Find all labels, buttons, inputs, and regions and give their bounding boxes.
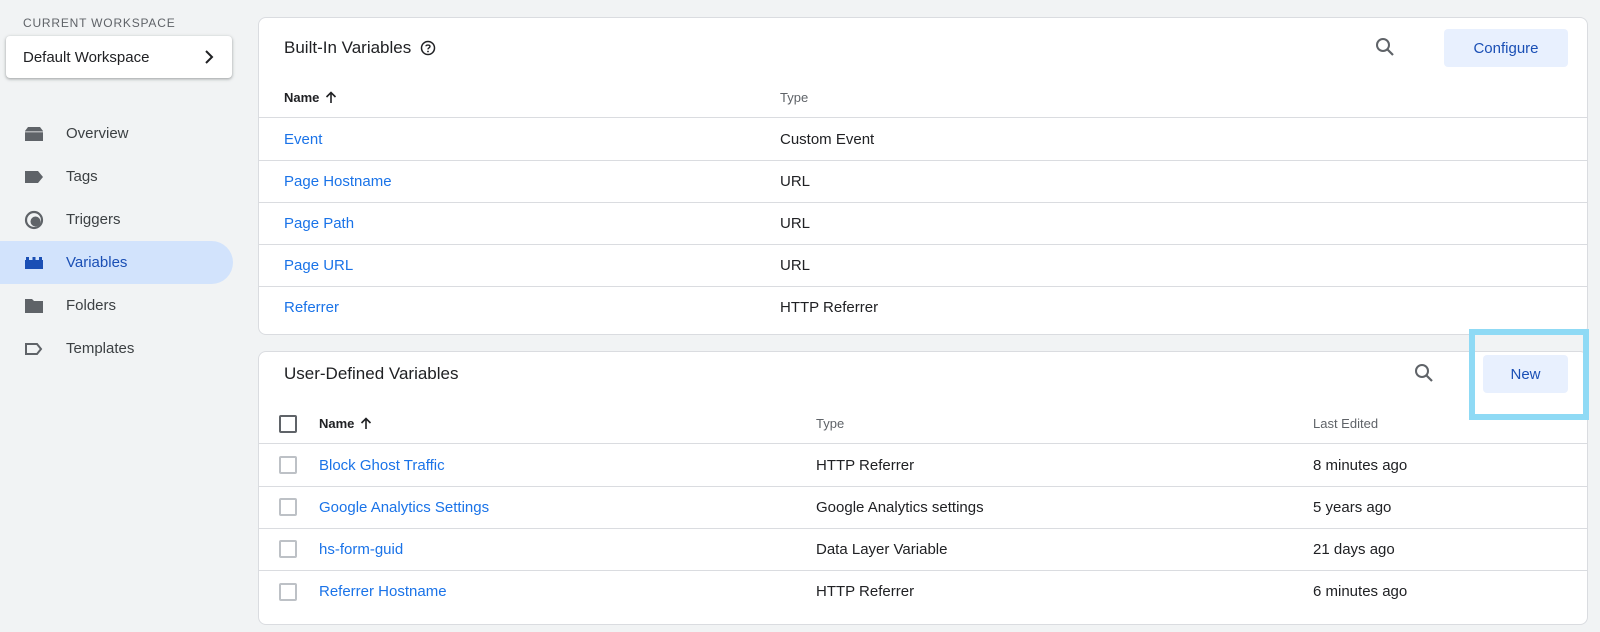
sidebar-item-overview[interactable]: Overview (0, 112, 233, 155)
variable-name-link[interactable]: Page Hostname (284, 173, 392, 190)
workspace-label: CURRENT WORKSPACE (23, 16, 176, 30)
variable-type: HTTP Referrer (816, 583, 915, 600)
row-checkbox[interactable] (279, 540, 297, 558)
builtin-variables-title: Built-In Variables (284, 38, 412, 57)
variable-type: Google Analytics settings (816, 498, 984, 516)
arrow-up-icon (360, 417, 372, 430)
workspace-name: Default Workspace (23, 48, 150, 66)
sidebar: CURRENT WORKSPACE Default Workspace Over… (0, 0, 240, 632)
table-row: Referrer HTTP Referrer (259, 286, 1587, 329)
user-defined-table-header: Name Type Last Edited (259, 404, 1587, 444)
row-checkbox[interactable] (279, 582, 297, 601)
sidebar-item-triggers[interactable]: Triggers (0, 198, 233, 241)
variable-name-link[interactable]: Block Ghost Traffic (319, 457, 445, 474)
variable-name-link[interactable]: Referrer Hostname (319, 583, 447, 600)
search-icon (1375, 37, 1395, 62)
variable-type: URL (780, 172, 811, 190)
variables-icon (24, 253, 44, 273)
variable-type: Data Layer Variable (816, 540, 948, 558)
column-header-type: Type (816, 416, 845, 431)
sidebar-item-label: Overview (66, 125, 129, 142)
last-edited: 5 years ago (1313, 498, 1392, 516)
arrow-up-icon (325, 91, 337, 104)
workspace-selector[interactable]: Default Workspace (6, 36, 232, 78)
variable-name-link[interactable]: Google Analytics Settings (319, 499, 489, 516)
column-header-type: Type (780, 90, 809, 105)
variable-name-link[interactable]: Referrer (284, 299, 339, 316)
variable-name-link[interactable]: Event (284, 131, 322, 148)
variable-name-link[interactable]: hs-form-guid (319, 541, 403, 558)
card-title: User-Defined Variables (284, 364, 458, 384)
last-edited: 8 minutes ago (1313, 456, 1408, 474)
overview-icon (24, 124, 44, 144)
builtin-variables-card: Built-In Variables Configure Name Type E… (258, 17, 1588, 335)
variable-type: URL (780, 214, 811, 232)
template-icon (24, 339, 44, 359)
search-icon (1414, 363, 1434, 388)
column-header-name: Name (284, 90, 320, 105)
last-edited: 21 days ago (1313, 540, 1395, 558)
sidebar-item-variables[interactable]: Variables (0, 241, 233, 284)
card-title: Built-In Variables (284, 38, 436, 58)
builtin-table-header: Name Type (259, 78, 1587, 118)
variable-type: HTTP Referrer (816, 456, 915, 474)
sidebar-item-label: Triggers (66, 211, 121, 228)
sort-name-header[interactable]: Name (319, 416, 372, 431)
table-row: Page Path URL (259, 202, 1587, 245)
sidebar-item-templates[interactable]: Templates (0, 327, 233, 370)
row-checkbox[interactable] (279, 498, 297, 516)
table-row: Block Ghost Traffic HTTP Referrer 8 minu… (259, 444, 1587, 487)
variable-name-link[interactable]: Page Path (284, 215, 354, 232)
sidebar-item-folders[interactable]: Folders (0, 284, 233, 327)
table-row: Page Hostname URL (259, 160, 1587, 203)
sidebar-item-label: Templates (66, 340, 135, 357)
column-header-name: Name (319, 416, 355, 431)
tag-icon (24, 167, 44, 187)
sidebar-item-label: Tags (66, 168, 98, 185)
folder-icon (24, 296, 44, 316)
user-defined-search-button[interactable] (1408, 359, 1440, 391)
chevron-right-icon (202, 50, 216, 64)
user-defined-variables-card: User-Defined Variables New Name Type Las… (258, 351, 1588, 625)
table-row: Page URL URL (259, 244, 1587, 287)
user-defined-variables-title: User-Defined Variables (284, 364, 459, 383)
sort-name-header[interactable]: Name (284, 90, 337, 105)
sidebar-item-tags[interactable]: Tags (0, 155, 233, 198)
column-header-last-edited: Last Edited (1313, 416, 1379, 431)
variable-name-link[interactable]: Page URL (284, 257, 353, 274)
variable-type: Custom Event (780, 130, 875, 148)
table-row: Google Analytics Settings Google Analyti… (259, 486, 1587, 529)
row-checkbox[interactable] (279, 456, 297, 474)
select-all-checkbox[interactable] (279, 414, 297, 433)
variable-type: HTTP Referrer (780, 299, 879, 316)
trigger-icon (24, 210, 44, 230)
sidebar-item-label: Folders (66, 297, 117, 314)
last-edited: 6 minutes ago (1313, 583, 1408, 600)
help-icon[interactable] (420, 40, 436, 56)
table-row: Referrer Hostname HTTP Referrer 6 minute… (259, 570, 1587, 613)
builtin-search-button[interactable] (1369, 33, 1401, 65)
new-variable-button[interactable]: New (1483, 355, 1568, 393)
table-row: Event Custom Event (259, 118, 1587, 161)
configure-button[interactable]: Configure (1444, 29, 1568, 67)
table-row: hs-form-guid Data Layer Variable 21 days… (259, 528, 1587, 571)
sidebar-item-label: Variables (66, 254, 128, 271)
variable-type: URL (780, 256, 811, 274)
sidebar-nav: Overview Tags Triggers Variables Folders (0, 112, 233, 370)
